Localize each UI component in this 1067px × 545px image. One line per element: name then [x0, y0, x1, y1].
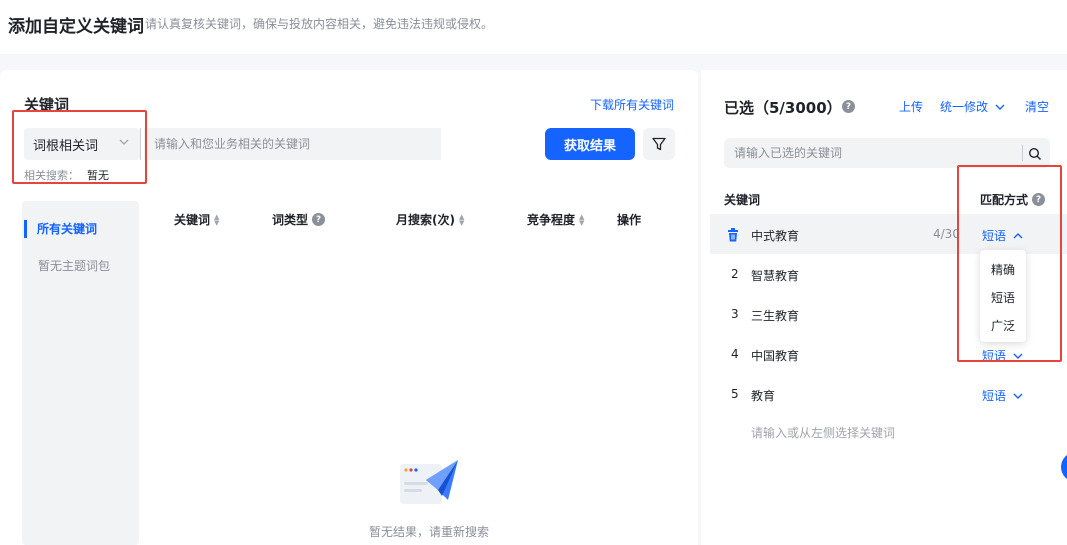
column-header-type: 词类型 ?: [272, 211, 326, 228]
search-icon[interactable]: [1028, 146, 1042, 165]
selected-column-keyword: 关键词: [724, 193, 761, 207]
selected-row-index: 3: [731, 307, 739, 321]
filter-icon: [652, 137, 666, 151]
column-header-competition-label: 竞争程度: [527, 213, 576, 227]
filter-button[interactable]: [643, 128, 675, 160]
sort-icon[interactable]: ▲ ▼: [214, 213, 219, 226]
selected-keyword-search-input[interactable]: [724, 138, 1050, 168]
column-header-type-label: 词类型: [272, 213, 309, 227]
add-keyword-placeholder: 请输入或从左侧选择关键词: [751, 426, 896, 440]
bulk-edit-dropdown[interactable]: 统一修改: [940, 98, 1006, 115]
bulk-edit-label: 统一修改: [940, 100, 989, 114]
match-type-value: 短语: [982, 389, 1007, 403]
sidebar-item-no-theme-package: 暂无主题词包: [38, 259, 111, 273]
selected-title: 已选（5/3000）: [724, 99, 842, 117]
search-divider: [1022, 145, 1023, 161]
page-subtitle: 请认真复核关键词，确保与投放内容相关，避免违法违规或侵权。: [145, 17, 494, 31]
selected-row-keyword: 中式教育: [751, 229, 800, 243]
sort-icon[interactable]: ▲ ▼: [579, 213, 584, 226]
empty-state-illustration: [398, 456, 462, 516]
selected-row-keyword: 智慧教育: [751, 269, 800, 283]
selected-row-index: 5: [731, 387, 739, 401]
selected-row-index: 2: [731, 267, 739, 281]
sidebar-item-all-keywords[interactable]: 所有关键词: [24, 220, 97, 238]
column-header-monthly-search[interactable]: 月搜索(次) ▲ ▼: [396, 211, 464, 228]
keyword-package-sidebar: [22, 201, 139, 545]
keyword-search-input[interactable]: [144, 128, 441, 160]
match-type-dropdown[interactable]: 短语: [982, 387, 1024, 404]
selected-row-keyword: 教育: [751, 389, 776, 403]
selected-row-char-count: 4/30: [933, 227, 960, 241]
highlight-box-match: [957, 165, 1062, 362]
selected-row-index: 4: [731, 347, 739, 361]
help-icon[interactable]: ?: [312, 213, 326, 226]
chevron-down-icon: [995, 104, 1005, 110]
help-icon[interactable]: ?: [842, 100, 855, 113]
download-all-keywords-link[interactable]: 下载所有关键词: [590, 96, 674, 113]
get-results-button[interactable]: 获取结果: [545, 128, 635, 160]
upload-link[interactable]: 上传: [899, 98, 923, 115]
column-header-keyword-label: 关键词: [174, 213, 211, 227]
sort-icon[interactable]: ▲ ▼: [459, 213, 464, 226]
column-header-competition[interactable]: 竞争程度 ▲ ▼: [527, 211, 584, 228]
column-header-action: 操作: [617, 213, 642, 227]
column-header-keyword[interactable]: 关键词 ▲ ▼: [174, 211, 219, 228]
highlight-box-select: [12, 110, 147, 184]
delete-icon[interactable]: [727, 227, 739, 246]
clear-link[interactable]: 清空: [1025, 98, 1049, 115]
selected-row-keyword: 中国教育: [751, 349, 800, 363]
column-header-monthly-label: 月搜索(次): [396, 213, 455, 227]
page-title: 添加自定义关键词: [8, 17, 144, 37]
selected-row-keyword: 三生教育: [751, 309, 800, 323]
empty-state-text: 暂无结果，请重新搜索: [369, 525, 490, 539]
chevron-down-icon: [1013, 393, 1023, 399]
